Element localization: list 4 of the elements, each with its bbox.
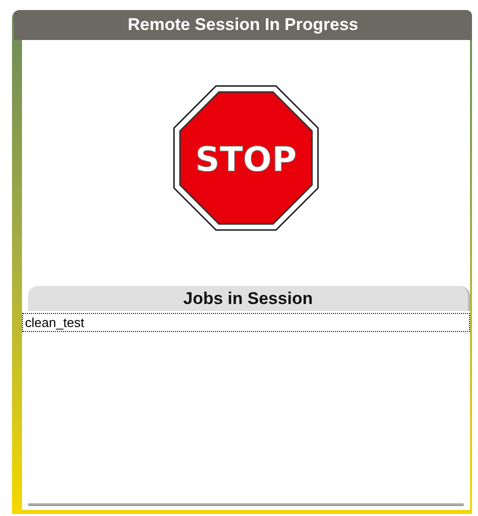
stop-sign-icon: STOP bbox=[173, 85, 319, 231]
window-title: Remote Session In Progress bbox=[14, 10, 472, 40]
job-row[interactable]: clean_test bbox=[22, 313, 470, 332]
list-header: Jobs in Session bbox=[28, 286, 470, 311]
